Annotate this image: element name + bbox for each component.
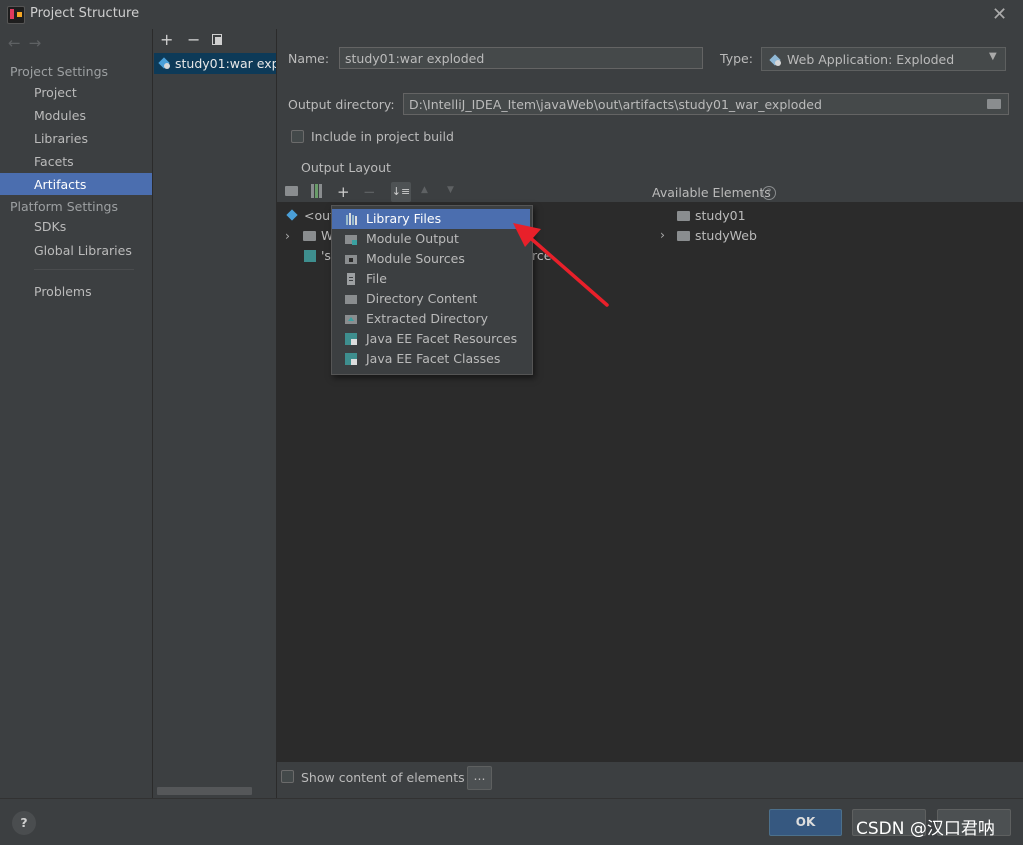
- sidebar-item-artifacts[interactable]: Artifacts: [34, 177, 86, 192]
- more-options-button[interactable]: ...: [467, 766, 492, 790]
- sidebar-item-project[interactable]: Project: [34, 85, 77, 100]
- help-button[interactable]: ?: [12, 811, 36, 835]
- chevron-down-icon: ▼: [989, 51, 997, 62]
- annotation-arrow: [513, 223, 609, 307]
- menu-item-file[interactable]: File: [332, 269, 530, 289]
- close-icon[interactable]: ✕: [992, 4, 1007, 25]
- title-bar: [0, 0, 1023, 29]
- artifact-name: study01:war exploded: [175, 56, 276, 71]
- add-element-menu: Library Files Module Output Module Sourc…: [331, 205, 533, 375]
- artifacts-list-pane: [153, 29, 277, 798]
- module-folder-icon: [345, 235, 357, 245]
- name-label: Name:: [288, 51, 330, 66]
- name-field[interactable]: study01:war exploded: [339, 47, 703, 69]
- menu-item-directory-content[interactable]: Directory Content: [332, 289, 530, 309]
- module-folder-icon: [677, 211, 690, 221]
- show-content-label: Show content of elements: [301, 770, 465, 785]
- sidebar-item-modules[interactable]: Modules: [34, 108, 86, 123]
- back-forward-icons[interactable]: ←→: [8, 34, 49, 52]
- artifact-list-item[interactable]: study01:war exploded: [154, 53, 276, 74]
- folder-browse-icon[interactable]: [987, 99, 1001, 109]
- available-item-studyweb[interactable]: studyWeb: [695, 228, 757, 243]
- output-directory-value: D:\IntelliJ_IDEA_Item\javaWeb\out\artifa…: [409, 97, 822, 112]
- available-elements-header: Available Elements: [652, 185, 771, 200]
- intellij-app-icon: [7, 6, 25, 24]
- sidebar-item-global-libraries[interactable]: Global Libraries: [34, 243, 132, 258]
- available-item-study01[interactable]: study01: [695, 208, 746, 223]
- menu-item-library-files[interactable]: Library Files: [332, 209, 530, 229]
- tree-resource-label[interactable]: 's: [321, 248, 331, 263]
- web-artifact-icon: [158, 57, 170, 69]
- sidebar-item-problems[interactable]: Problems: [34, 284, 92, 299]
- menu-item-module-output[interactable]: Module Output: [332, 229, 530, 249]
- help-icon[interactable]: ?: [762, 186, 776, 200]
- new-folder-icon[interactable]: [285, 186, 298, 196]
- archive-icon[interactable]: [311, 184, 322, 198]
- type-value: Web Application: Exploded: [787, 52, 955, 67]
- sidebar-item-sdks[interactable]: SDKs: [34, 219, 66, 234]
- menu-item-javaee-facet-classes[interactable]: Java EE Facet Classes: [332, 349, 530, 369]
- javaee-facet-icon: [345, 333, 357, 345]
- sort-icon[interactable]: ↓≡: [391, 182, 411, 202]
- platform-settings-header: Platform Settings: [10, 199, 118, 214]
- chevron-right-icon[interactable]: ›: [660, 227, 665, 242]
- folder-icon: [345, 295, 357, 304]
- sidebar-item-libraries[interactable]: Libraries: [34, 131, 88, 146]
- folder-icon: [303, 231, 316, 241]
- menu-item-module-sources[interactable]: Module Sources: [332, 249, 530, 269]
- type-select[interactable]: Web Application: Exploded ▼: [761, 47, 1006, 71]
- module-folder-icon: [677, 231, 690, 241]
- menu-item-javaee-facet-resources[interactable]: Java EE Facet Resources: [332, 329, 530, 349]
- include-build-label: Include in project build: [311, 129, 454, 144]
- sidebar-item-facets[interactable]: Facets: [34, 154, 74, 169]
- web-artifact-icon: [769, 54, 781, 66]
- move-up-icon[interactable]: ▲: [421, 185, 428, 195]
- facet-resources-icon: [304, 250, 316, 262]
- web-artifact-icon: [286, 209, 298, 221]
- sidebar-divider: [34, 269, 134, 270]
- horizontal-scrollbar[interactable]: [157, 787, 252, 795]
- project-settings-header: Project Settings: [10, 64, 109, 79]
- output-directory-label: Output directory:: [288, 97, 395, 112]
- file-icon: [347, 273, 355, 285]
- extracted-folder-icon: [345, 315, 357, 324]
- output-directory-field[interactable]: D:\IntelliJ_IDEA_Item\javaWeb\out\artifa…: [403, 93, 1009, 115]
- show-content-checkbox[interactable]: [281, 770, 294, 783]
- source-folder-icon: [345, 255, 357, 264]
- remove-element-button[interactable]: −: [363, 183, 376, 201]
- chevron-right-icon[interactable]: ›: [285, 228, 290, 243]
- remove-artifact-button[interactable]: −: [187, 30, 200, 49]
- type-label: Type:: [720, 51, 753, 66]
- add-element-button[interactable]: +: [337, 183, 350, 201]
- window-title: Project Structure: [30, 6, 140, 21]
- copy-icon[interactable]: [212, 34, 222, 45]
- add-artifact-button[interactable]: +: [160, 30, 173, 49]
- include-build-checkbox[interactable]: [291, 130, 304, 143]
- tab-output-layout[interactable]: Output Layout: [301, 160, 391, 175]
- library-icon: [346, 213, 357, 225]
- csdn-watermark: CSDN @汉口君呐: [856, 819, 995, 839]
- ok-button[interactable]: OK: [769, 809, 842, 836]
- move-down-icon[interactable]: ▼: [447, 185, 454, 195]
- menu-item-extracted-directory[interactable]: Extracted Directory: [332, 309, 530, 329]
- javaee-facet-icon: [345, 353, 357, 365]
